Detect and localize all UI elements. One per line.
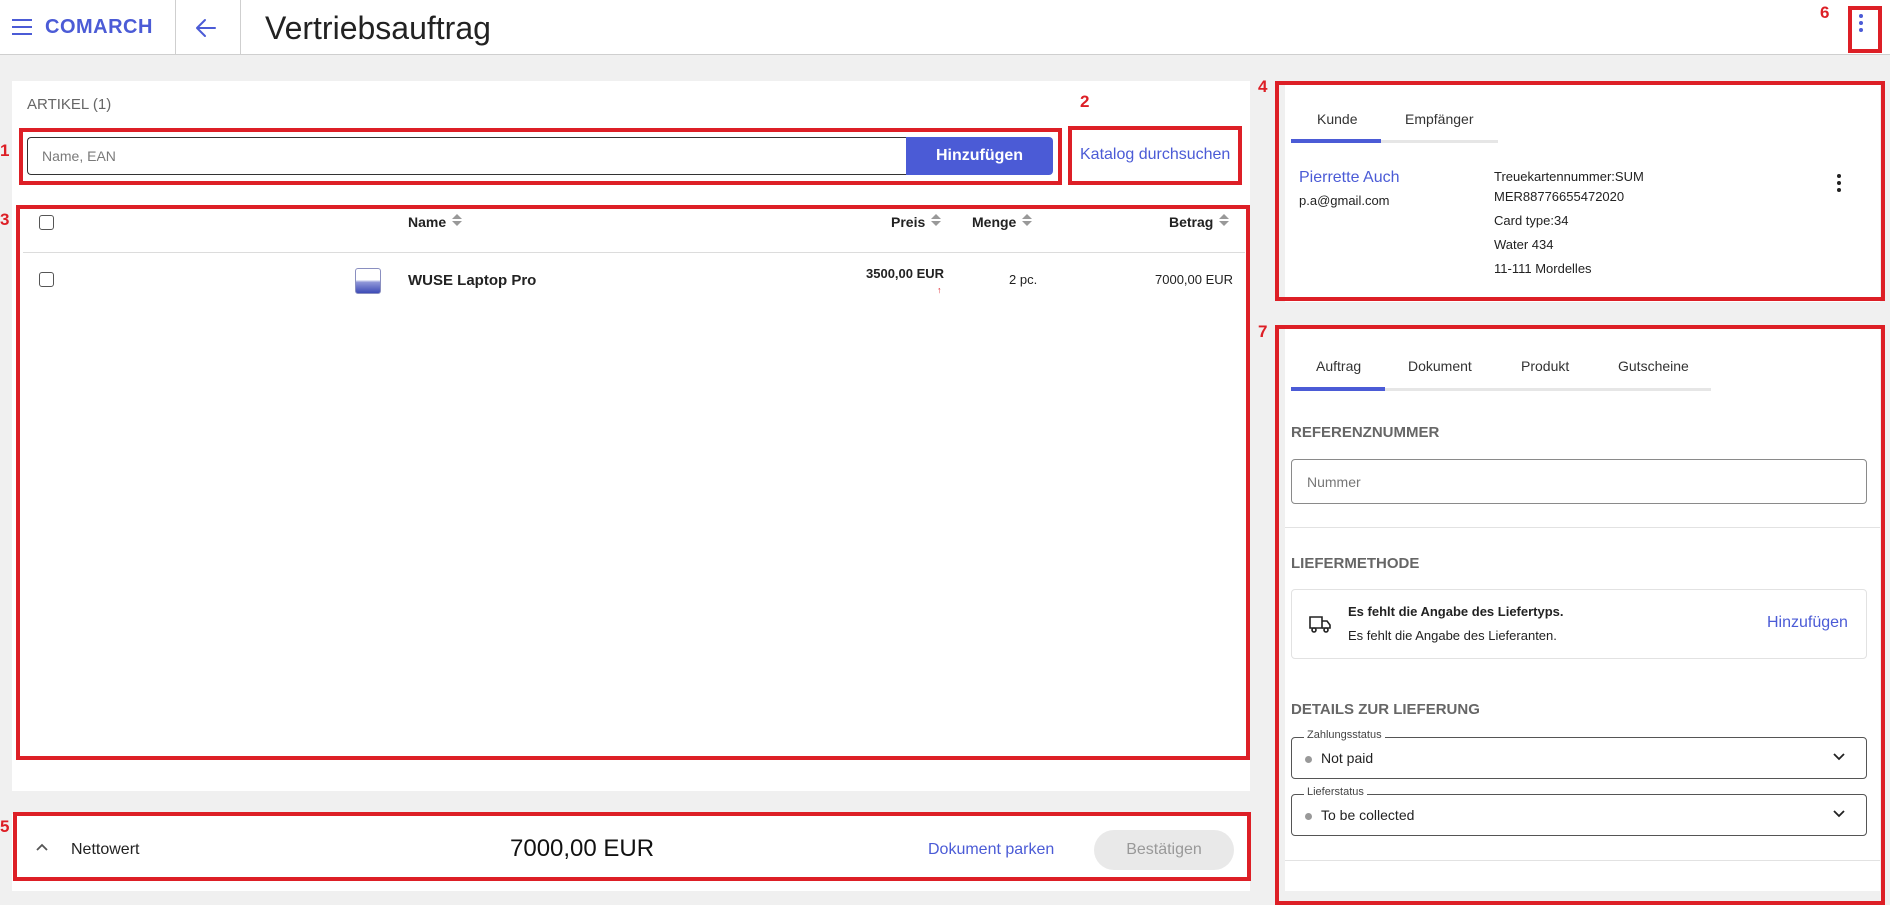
annotation-number-2: 2: [1080, 92, 1090, 111]
app-logo: COMARCH: [45, 16, 153, 38]
annotation-box-2: [1068, 126, 1242, 185]
annotation-number-6: 6: [1820, 3, 1830, 22]
annotation-box-6: [1848, 6, 1882, 53]
annotation-number-3: 3: [0, 210, 10, 229]
page-title: Vertriebsauftrag: [265, 10, 491, 46]
annotation-number-1: 1: [0, 141, 10, 160]
annotation-box-4: [1275, 81, 1885, 301]
annotation-box-3: [16, 205, 1250, 760]
menu-icon[interactable]: [12, 19, 32, 35]
annotation-box-5: [13, 812, 1251, 881]
header-divider: [240, 0, 241, 55]
annotation-number-4: 4: [1258, 77, 1268, 96]
annotation-number-7: 7: [1258, 322, 1268, 341]
articles-heading: ARTIKEL (1): [27, 96, 112, 113]
back-arrow-icon: [196, 19, 216, 37]
annotation-box-1: [19, 128, 1062, 185]
annotation-box-7: [1275, 325, 1885, 905]
annotation-number-5: 5: [0, 817, 10, 836]
back-button[interactable]: [176, 12, 236, 44]
